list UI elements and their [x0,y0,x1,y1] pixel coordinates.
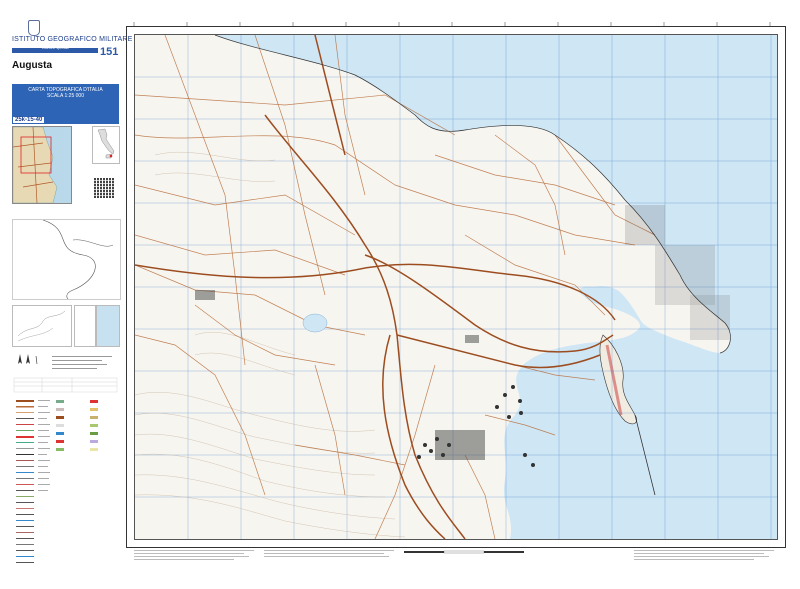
legend-panel: ISTITUTO GEOGRAFICO MILITARE Edizione sp… [8,18,132,570]
scale-bar [404,550,524,554]
conventional-signs [12,354,119,584]
relief-diagram [12,305,72,347]
sheet-grid-b [96,305,120,347]
header-logo: ISTITUTO GEOGRAFICO MILITARE Edizione sp… [12,20,132,58]
topographic-map[interactable] [134,34,778,540]
series-scale: SCALA 1:25 000 [47,93,84,99]
sheet-code: 25k-15-40 [13,117,45,123]
italy-location-map [92,126,120,164]
location-thumbnail-map [12,126,72,204]
north-arrow-icon [18,354,38,365]
sheet-grid-a [74,305,96,347]
adjacent-sheets-map [12,219,121,300]
top-graticule [133,22,771,26]
qr-code-icon[interactable] [94,178,114,198]
edition-label: Edizione speciale [42,46,70,50]
republic-emblem-icon [28,20,40,36]
badge-number: 151 [100,46,119,58]
bottom-info [134,550,774,560]
lake [302,313,328,333]
sheet-name: Augusta [12,60,52,71]
anniversary-badge: 151 [100,42,122,58]
